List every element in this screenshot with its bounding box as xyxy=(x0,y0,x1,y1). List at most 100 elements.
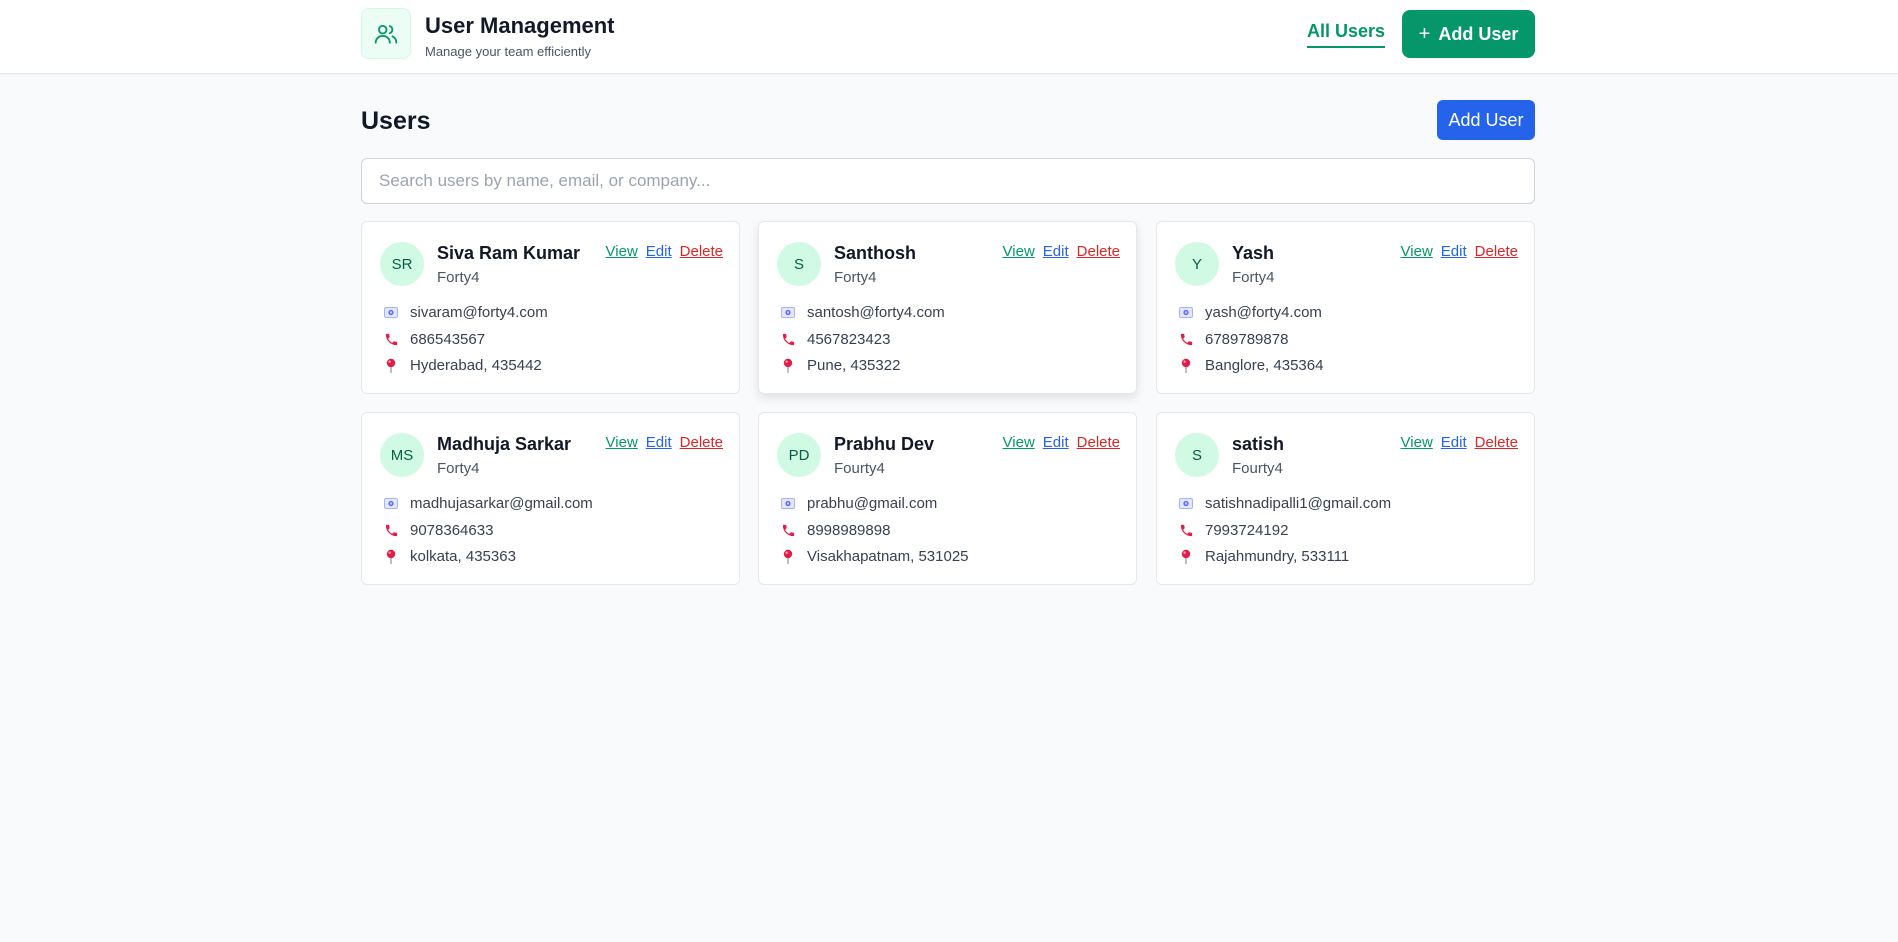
edit-link[interactable]: Edit xyxy=(646,243,672,260)
user-phone-row: 8998989898 xyxy=(777,522,890,539)
user-email: yash@forty4.com xyxy=(1205,304,1322,321)
header-add-user-button[interactable]: + Add User xyxy=(1402,10,1535,58)
card-actions: View Edit Delete xyxy=(606,434,723,451)
user-card: SR Siva Ram Kumar Forty4 View Edit Delet… xyxy=(361,221,740,394)
user-phone: 7993724192 xyxy=(1205,522,1289,539)
card-actions: View Edit Delete xyxy=(606,243,723,260)
user-card: S Santhosh Forty4 View Edit Delete santo… xyxy=(758,221,1137,394)
card-actions: View Edit Delete xyxy=(1401,243,1518,260)
user-location: Visakhapatnam, 531025 xyxy=(807,548,969,565)
delete-link[interactable]: Delete xyxy=(1475,434,1518,451)
user-phone: 6789789878 xyxy=(1205,331,1289,348)
user-company: Forty4 xyxy=(834,269,877,286)
user-card: PD Prabhu Dev Fourty4 View Edit Delete p… xyxy=(758,412,1137,585)
user-phone: 8998989898 xyxy=(807,522,891,539)
search-input[interactable] xyxy=(361,158,1535,204)
pin-icon xyxy=(1175,358,1197,374)
pin-icon xyxy=(777,549,799,565)
phone-icon xyxy=(380,332,402,347)
delete-link[interactable]: Delete xyxy=(1077,243,1120,260)
user-location: Rajahmundry, 533111 xyxy=(1205,548,1350,565)
user-email-row: madhujasarkar@gmail.com xyxy=(380,495,593,512)
pin-icon xyxy=(380,358,402,374)
user-phone-row: 6789789878 xyxy=(1175,331,1288,348)
avatar: PD xyxy=(777,433,821,477)
user-company: Forty4 xyxy=(1232,269,1275,286)
user-email: madhujasarkar@gmail.com xyxy=(410,495,593,512)
user-phone-row: 7993724192 xyxy=(1175,522,1288,539)
users-icon xyxy=(361,8,411,59)
user-name: Santhosh xyxy=(834,243,917,263)
user-email: santosh@forty4.com xyxy=(807,304,945,321)
page-title: Users xyxy=(361,107,431,135)
user-email: satishnadipalli1@gmail.com xyxy=(1205,495,1392,512)
user-location: Hyderabad, 435442 xyxy=(410,357,542,374)
edit-link[interactable]: Edit xyxy=(1043,434,1069,451)
view-link[interactable]: View xyxy=(606,243,638,260)
user-company: Forty4 xyxy=(437,460,480,477)
user-card: S satish Fourty4 View Edit Delete satish… xyxy=(1156,412,1535,585)
avatar: MS xyxy=(380,433,424,477)
user-email: prabhu@gmail.com xyxy=(807,495,938,512)
avatar: S xyxy=(1175,433,1219,477)
id-card-icon xyxy=(777,498,799,509)
avatar-initials: S xyxy=(1191,446,1202,464)
user-location-row: Hyderabad, 435442 xyxy=(380,357,542,374)
id-card-icon xyxy=(380,498,402,509)
user-location: kolkata, 435363 xyxy=(410,548,516,565)
user-location-row: Pune, 435322 xyxy=(777,357,900,374)
view-link[interactable]: View xyxy=(1401,243,1433,260)
phone-icon xyxy=(1175,332,1197,347)
delete-link[interactable]: Delete xyxy=(680,434,723,451)
view-link[interactable]: View xyxy=(1003,243,1035,260)
edit-link[interactable]: Edit xyxy=(1441,243,1467,260)
avatar: S xyxy=(777,242,821,286)
view-link[interactable]: View xyxy=(1401,434,1433,451)
user-location: Banglore, 435364 xyxy=(1205,357,1324,374)
user-company: Forty4 xyxy=(437,269,480,286)
avatar-initials: S xyxy=(793,255,804,273)
view-link[interactable]: View xyxy=(1003,434,1035,451)
view-link[interactable]: View xyxy=(606,434,638,451)
edit-link[interactable]: Edit xyxy=(1043,243,1069,260)
user-email: sivaram@forty4.com xyxy=(410,304,548,321)
user-email-row: satishnadipalli1@gmail.com xyxy=(1175,495,1391,512)
avatar-initials: MS xyxy=(390,446,414,464)
user-location-row: Visakhapatnam, 531025 xyxy=(777,548,969,565)
add-user-button[interactable]: Add User xyxy=(1437,100,1535,140)
edit-link[interactable]: Edit xyxy=(1441,434,1467,451)
avatar-initials: Y xyxy=(1191,255,1202,273)
card-actions: View Edit Delete xyxy=(1003,434,1120,451)
card-actions: View Edit Delete xyxy=(1401,434,1518,451)
user-card: Y Yash Forty4 View Edit Delete yash@fort… xyxy=(1156,221,1535,394)
user-location-row: Banglore, 435364 xyxy=(1175,357,1323,374)
user-phone: 4567823423 xyxy=(807,331,891,348)
plus-icon: + xyxy=(1418,23,1431,45)
user-name: Madhuja Sarkar xyxy=(437,434,572,454)
avatar: Y xyxy=(1175,242,1219,286)
user-email-row: yash@forty4.com xyxy=(1175,304,1322,321)
avatar-initials: PD xyxy=(788,446,810,464)
user-company: Fourty4 xyxy=(1232,460,1283,477)
user-phone-row: 686543567 xyxy=(380,331,485,348)
delete-link[interactable]: Delete xyxy=(680,243,723,260)
user-phone: 686543567 xyxy=(410,331,486,348)
header-add-user-label: Add User xyxy=(1438,23,1519,44)
user-email-row: prabhu@gmail.com xyxy=(777,495,937,512)
user-card: MS Madhuja Sarkar Forty4 View Edit Delet… xyxy=(361,412,740,585)
user-email-row: sivaram@forty4.com xyxy=(380,304,548,321)
avatar: SR xyxy=(380,242,424,286)
edit-link[interactable]: Edit xyxy=(646,434,672,451)
nav-all-users[interactable]: All Users xyxy=(1307,21,1386,48)
user-name: Yash xyxy=(1232,243,1275,263)
user-name: satish xyxy=(1232,434,1285,454)
app-subtitle: Manage your team efficiently xyxy=(425,44,591,59)
delete-link[interactable]: Delete xyxy=(1475,243,1518,260)
delete-link[interactable]: Delete xyxy=(1077,434,1120,451)
user-phone-row: 4567823423 xyxy=(777,331,890,348)
phone-icon xyxy=(380,523,402,538)
user-company: Fourty4 xyxy=(834,460,885,477)
pin-icon xyxy=(380,549,402,565)
phone-icon xyxy=(777,523,799,538)
pin-icon xyxy=(777,358,799,374)
